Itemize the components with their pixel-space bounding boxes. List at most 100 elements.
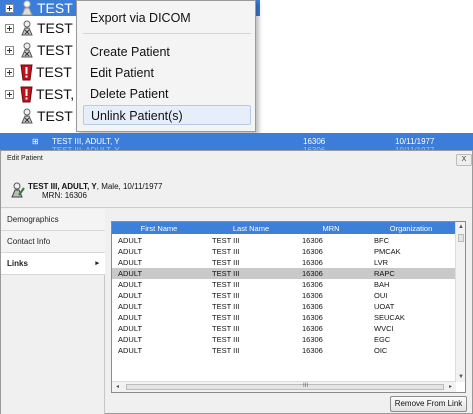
scroll-thumb-horizontal[interactable]: III [126,383,444,390]
cell-mrn: 16306 [302,236,323,245]
cell-last-name: TEST III [212,258,240,267]
patient-edit-icon [11,182,25,198]
patient-header: TEST III, ADULT, Y, Male, 10/11/1977 MRN… [28,182,162,200]
table-row[interactable]: ADULT TEST III 16306 SEUCAK [112,312,456,323]
scroll-thumb[interactable] [458,234,464,242]
horizontal-scrollbar[interactable]: ◂ III ▸ [112,381,456,392]
cell-mrn: 16306 [302,280,323,289]
alert-icon [20,64,33,80]
cell-mrn: 16306 [302,313,323,322]
cell-mrn: 16306 [302,258,323,267]
cell-last-name: TEST III [212,346,240,355]
cell-first-name: ADULT [118,258,143,267]
person-icon [21,108,33,124]
cell-last-name: TEST III [212,247,240,256]
cell-last-name: TEST III [212,291,240,300]
table-row[interactable]: ADULT TEST III 16306 LVR [112,257,456,268]
bg-row-dob: 10/11/1977 [395,137,435,146]
table-row[interactable]: ADULT TEST III 16306 OIC [112,345,456,356]
menu-item-edit-patient[interactable]: Edit Patient [83,63,251,83]
vertical-scrollbar[interactable]: ▲ ▼ [455,222,465,382]
table-row[interactable]: ADULT TEST III 16306 OUI [112,290,456,301]
scroll-up-icon[interactable]: ▲ [458,224,464,230]
cell-mrn: 16306 [302,346,323,355]
tree-row-label: TEST [37,20,73,36]
cell-mrn: 16306 [302,291,323,300]
menu-item-export-dicom[interactable]: Export via DICOM [83,8,251,28]
cell-last-name: TEST III [212,236,240,245]
table-row[interactable]: ADULT TEST III 16306 BFC [112,235,456,246]
cell-organization: UOAT [374,302,395,311]
cell-mrn: 16306 [302,269,323,278]
menu-item-create-patient[interactable]: Create Patient [83,42,251,62]
table-row[interactable]: ADULT TEST III 16306 EGC [112,334,456,345]
cell-last-name: TEST III [212,269,240,278]
tree-row-label: TEST [36,64,72,80]
cell-mrn: 16306 [302,247,323,256]
cell-last-name: TEST III [212,280,240,289]
expand-icon[interactable] [5,23,14,33]
close-button[interactable]: X [456,154,472,166]
menu-item-unlink-patients[interactable]: Unlink Patient(s) [83,105,251,125]
scroll-grip: III [303,383,309,389]
cell-first-name: ADULT [118,291,143,300]
cell-mrn: 16306 [302,335,323,344]
column-header-first-name[interactable]: First Name [112,224,206,233]
header-divider [1,207,472,208]
cell-organization: RAPC [374,269,395,278]
bg-row-name: TEST III, ADULT, Y [52,137,120,146]
nav-item-links[interactable]: Links ▸ [1,253,105,275]
tree-row-label: TEST, [36,86,75,102]
expand-icon[interactable] [5,3,14,13]
grid-header: First Name Last Name MRN Organization [112,222,456,234]
table-row[interactable]: ADULT TEST III 16306 BAH [112,279,456,290]
cell-organization: EGC [374,335,391,344]
cell-last-name: TEST III [212,313,240,322]
table-row[interactable]: ADULT TEST III 16306 WVCI [112,323,456,334]
context-menu: Export via DICOM Create Patient Edit Pat… [76,0,256,132]
table-row[interactable]: ADULT TEST III 16306 RAPC [112,268,456,279]
patient-mrn: MRN: 16306 [42,191,87,200]
expand-icon[interactable] [5,45,14,55]
cell-organization: BFC [374,236,389,245]
remove-from-link-button[interactable]: Remove From Link [390,396,467,412]
chevron-right-icon: ▸ [95,260,99,267]
column-header-mrn[interactable]: MRN [296,224,366,233]
cell-first-name: ADULT [118,346,143,355]
column-header-last-name[interactable]: Last Name [206,224,296,233]
cell-first-name: ADULT [118,236,143,245]
edit-patient-dialog: Edit Patient X TEST III, ADULT, Y, Male,… [0,150,473,414]
cell-organization: OUI [374,291,388,300]
expand-icon[interactable] [5,89,14,99]
table-row[interactable]: ADULT TEST III 16306 UOAT [112,301,456,312]
patient-name: TEST III, ADULT, Y [28,182,97,191]
cell-first-name: ADULT [118,335,143,344]
scroll-right-icon[interactable]: ▸ [449,383,452,390]
nav-item-contact-info[interactable]: Contact Info [1,231,105,253]
person-icon [21,0,33,16]
tree-row-label: TEST [37,42,73,58]
cell-organization: OIC [374,346,388,355]
mrn-label: MRN: [42,191,63,200]
mrn-value: 16306 [64,191,87,200]
cell-first-name: ADULT [118,313,143,322]
table-row[interactable]: ADULT TEST III 16306 PMCAK [112,246,456,257]
cell-first-name: ADULT [118,302,143,311]
dialog-nav: Demographics Contact Info Links ▸ [1,209,105,414]
expand-icon[interactable] [5,67,14,77]
screen: TEST III, ADULT, Y TEST TEST [0,0,473,414]
cell-mrn: 16306 [302,302,323,311]
nav-item-label: Links [7,259,28,268]
nav-item-demographics[interactable]: Demographics [1,209,105,231]
person-icon [21,42,33,58]
person-icon [21,20,33,36]
menu-item-delete-patient[interactable]: Delete Patient [83,84,251,104]
cell-first-name: ADULT [118,247,143,256]
bg-row-expand: ⊞ [32,137,39,146]
scroll-left-icon[interactable]: ◂ [116,383,119,390]
cell-last-name: TEST III [212,324,240,333]
dialog-title: Edit Patient [7,155,43,162]
column-header-organization[interactable]: Organization [366,224,456,233]
background-patient-row[interactable]: ⊞ TEST III, ADULT, Y 16306 10/11/1977 TE… [0,133,473,155]
scroll-down-icon[interactable]: ▼ [458,374,464,380]
